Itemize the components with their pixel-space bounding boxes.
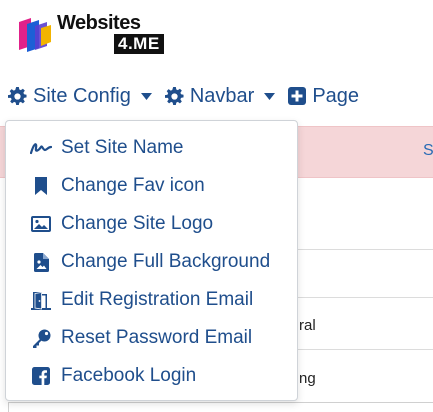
- alert-link[interactable]: Se: [423, 142, 433, 160]
- navbar-menu[interactable]: Navbar: [164, 84, 276, 108]
- site-config-label: Site Config: [33, 84, 131, 107]
- plus-square-icon: [288, 87, 307, 105]
- page-menu[interactable]: Page: [288, 85, 359, 108]
- menu-item-facebook-login[interactable]: Facebook Login: [6, 357, 297, 395]
- gear-icon: [8, 86, 27, 105]
- menu-item-change-fav-icon[interactable]: Change Fav icon: [6, 167, 297, 205]
- site-logo[interactable]: Websites 4.ME: [17, 12, 177, 54]
- site-config-menu[interactable]: Site Config: [8, 85, 152, 108]
- menu-item-reset-password-email[interactable]: Reset Password Email: [6, 319, 297, 357]
- logo-text-websites: Websites: [57, 12, 141, 34]
- menu-item-label: Change Full Background: [61, 251, 271, 272]
- file-image-icon: [30, 252, 52, 272]
- menu-item-label: Set Site Name: [61, 137, 184, 158]
- menu-item-change-full-background[interactable]: Change Full Background: [6, 243, 297, 281]
- menu-item-edit-registration-email[interactable]: Edit Registration Email: [6, 281, 297, 319]
- navbar-label: Navbar: [189, 84, 255, 107]
- menu-item-label: Reset Password Email: [61, 327, 253, 348]
- row-text: ng: [299, 370, 316, 387]
- menu-item-label: Change Fav icon: [61, 175, 205, 196]
- key-icon: [30, 328, 52, 348]
- bookmark-icon: [30, 176, 52, 196]
- image-icon: [30, 214, 52, 234]
- door-open-icon: [30, 290, 52, 310]
- menu-item-label: Facebook Login: [61, 365, 197, 386]
- top-nav: Site Config Navbar Page: [8, 82, 359, 110]
- logo-text-4me: 4.ME: [114, 34, 164, 54]
- caret-down-icon: [140, 92, 152, 100]
- gear-icon: [164, 86, 184, 105]
- logo-mark-icon: [19, 18, 51, 52]
- menu-item-label: Change Site Logo: [61, 213, 214, 234]
- caret-down-icon: [264, 92, 276, 100]
- menu-item-change-site-logo[interactable]: Change Site Logo: [6, 205, 297, 243]
- facebook-icon: [30, 366, 52, 386]
- menu-item-label: Edit Registration Email: [61, 289, 254, 310]
- menu-item-set-site-name[interactable]: Set Site Name: [6, 129, 297, 167]
- site-config-dropdown: Set Site Name Change Fav icon Change Sit…: [5, 120, 298, 401]
- row-text: ral: [299, 317, 316, 334]
- page-label: Page: [312, 84, 360, 107]
- signature-icon: [30, 138, 52, 158]
